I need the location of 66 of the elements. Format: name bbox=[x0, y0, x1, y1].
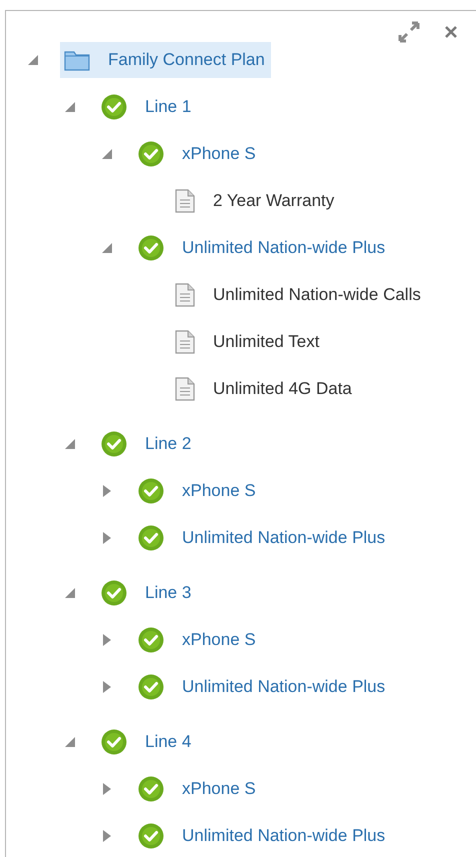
expand-arrow-icon[interactable] bbox=[102, 828, 112, 842]
tree-item[interactable]: xPhone S bbox=[134, 472, 262, 508]
check-circle-icon bbox=[101, 728, 127, 754]
tree-item[interactable]: Line 3 bbox=[97, 574, 198, 610]
tree-item-label: xPhone S bbox=[182, 778, 256, 800]
tree-item[interactable]: 2 Year Warranty bbox=[171, 182, 340, 218]
check-circle-icon bbox=[101, 580, 127, 606]
check-circle-icon bbox=[138, 776, 164, 802]
tree-item[interactable]: Unlimited Nation-wide Plus bbox=[134, 668, 392, 704]
check-circle-icon bbox=[138, 674, 164, 700]
tree-item-label: Line 4 bbox=[145, 730, 192, 753]
check-circle-icon bbox=[138, 234, 164, 260]
check-circle-icon bbox=[138, 140, 164, 166]
tree-item-label: xPhone S bbox=[182, 480, 256, 502]
tree-item[interactable]: xPhone S bbox=[134, 622, 262, 658]
tree-item-label: 2 Year Warranty bbox=[213, 190, 334, 212]
collapse-arrow-icon[interactable] bbox=[64, 438, 76, 450]
check-circle-icon bbox=[138, 478, 164, 504]
check-circle-icon bbox=[138, 626, 164, 652]
expand-arrow-icon[interactable] bbox=[102, 484, 112, 498]
tree-item-label: Unlimited Text bbox=[213, 330, 320, 353]
check-circle-icon bbox=[138, 822, 164, 848]
document-icon bbox=[175, 188, 195, 212]
tree-item[interactable]: xPhone S bbox=[134, 770, 262, 806]
check-circle-icon bbox=[101, 430, 127, 456]
collapse-arrow-icon[interactable] bbox=[101, 148, 113, 160]
tree-item-label: Unlimited Nation-wide Plus bbox=[182, 824, 386, 847]
collapse-arrow-icon[interactable] bbox=[101, 242, 113, 254]
tree-item-label: Line 2 bbox=[145, 432, 192, 455]
tree-item[interactable]: xPhone S bbox=[134, 136, 262, 172]
tree-item[interactable]: Line 2 bbox=[97, 426, 198, 462]
collapse-arrow-icon[interactable] bbox=[27, 54, 39, 66]
tree-item-label: Unlimited Nation-wide Plus bbox=[182, 526, 386, 549]
collapse-arrow-icon[interactable] bbox=[64, 100, 76, 112]
tree-item-label: xPhone S bbox=[182, 628, 256, 651]
document-icon bbox=[175, 330, 195, 354]
tree-item[interactable]: Line 4 bbox=[97, 724, 198, 760]
tree-item-label: Unlimited Nation-wide Plus bbox=[182, 676, 386, 698]
tree-item-label: Family Connect Plan bbox=[108, 48, 265, 71]
tree-item[interactable]: Unlimited 4G Data bbox=[171, 370, 358, 406]
folder-icon bbox=[64, 48, 90, 70]
collapse-arrow-icon[interactable] bbox=[64, 736, 76, 748]
tree-item-label: xPhone S bbox=[182, 142, 256, 165]
tree-item-label: Line 1 bbox=[145, 96, 192, 118]
tree-item[interactable]: Unlimited Text bbox=[171, 324, 326, 360]
tree-item[interactable]: Family Connect Plan bbox=[60, 42, 271, 78]
document-icon bbox=[175, 282, 195, 306]
tree-item-label: Unlimited Nation-wide Calls bbox=[213, 284, 421, 306]
tree-item[interactable]: Unlimited Nation-wide Plus bbox=[134, 818, 392, 854]
expand-arrow-icon[interactable] bbox=[102, 680, 112, 694]
document-icon bbox=[175, 376, 195, 400]
collapse-arrow-icon[interactable] bbox=[64, 586, 76, 598]
tree-item[interactable]: Unlimited Nation-wide Plus bbox=[134, 230, 392, 266]
close-icon[interactable] bbox=[444, 25, 458, 39]
tree-item[interactable]: Line 1 bbox=[97, 88, 198, 124]
expand-arrow-icon[interactable] bbox=[102, 632, 112, 646]
tree-item[interactable]: Unlimited Nation-wide Calls bbox=[171, 276, 427, 312]
expand-icon[interactable] bbox=[398, 21, 420, 43]
expand-arrow-icon[interactable] bbox=[102, 530, 112, 544]
tree-item-label: Line 3 bbox=[145, 582, 192, 604]
tree-item-label: Unlimited Nation-wide Plus bbox=[182, 236, 386, 259]
check-circle-icon bbox=[101, 94, 127, 120]
tree-item[interactable]: Unlimited Nation-wide Plus bbox=[134, 520, 392, 556]
check-circle-icon bbox=[138, 524, 164, 550]
tree-item-label: Unlimited 4G Data bbox=[213, 378, 352, 400]
expand-arrow-icon[interactable] bbox=[102, 782, 112, 796]
